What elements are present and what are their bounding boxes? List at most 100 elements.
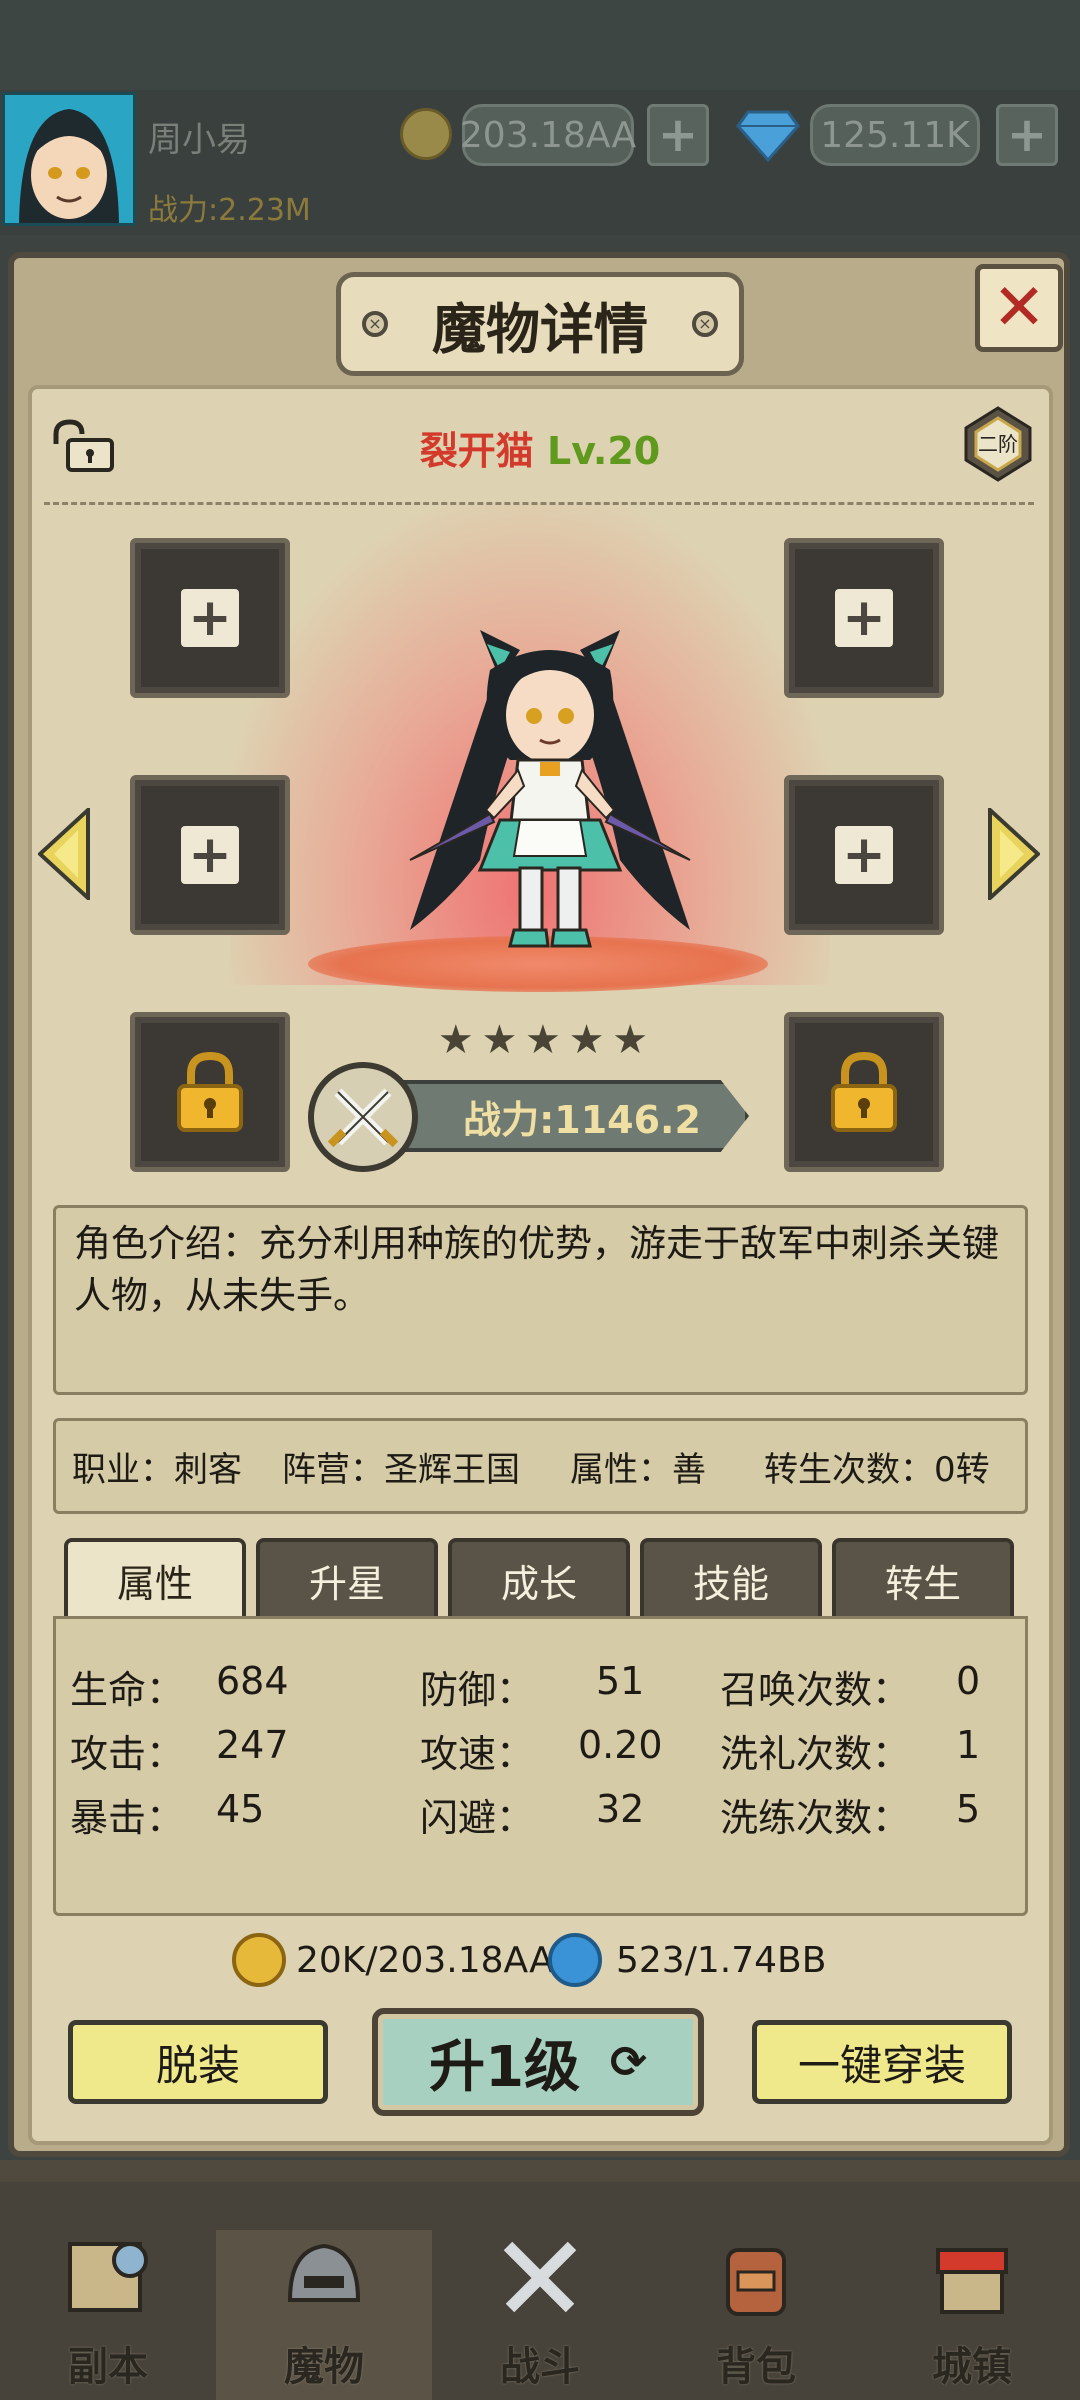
- stat-label: 闪避：: [420, 1796, 535, 1840]
- stat-value: 45: [216, 1787, 265, 1831]
- tab-attributes[interactable]: 属性: [64, 1538, 246, 1618]
- nav-label: 副本: [68, 2344, 148, 2390]
- stat-value: 1: [956, 1723, 981, 1767]
- equip-all-button[interactable]: 一键穿装: [752, 2020, 1012, 2104]
- stat-label: 生命：: [70, 1668, 185, 1712]
- stat-value: 684: [216, 1659, 289, 1703]
- monster-power: 战力:1146.2: [395, 1080, 749, 1152]
- crossed-swords-icon: [308, 1062, 418, 1172]
- tab-rebirth[interactable]: 转生: [832, 1538, 1014, 1618]
- shop-icon: [936, 2248, 1008, 2314]
- nav-monsters[interactable]: 魔物: [216, 2230, 432, 2400]
- stat-label: 洗练次数：: [720, 1796, 911, 1840]
- stat-label: 洗礼次数：: [720, 1732, 911, 1776]
- equipment-slot-4[interactable]: +: [784, 775, 944, 935]
- backpack-icon: [726, 2248, 786, 2316]
- nav-town[interactable]: 城镇: [864, 2230, 1080, 2400]
- nav-bag[interactable]: 背包: [648, 2230, 864, 2400]
- stat-value: 247: [216, 1723, 289, 1767]
- tab-growth[interactable]: 成长: [448, 1538, 630, 1618]
- crossed-swords-icon: [503, 2241, 577, 2313]
- gold-cost: 20K/203.18AA: [232, 1932, 554, 1988]
- equipment-slot-2[interactable]: +: [784, 538, 944, 698]
- plus-icon: +: [835, 826, 893, 884]
- detail-tabs: 属性 升星 成长 技能 转生: [64, 1538, 1014, 1618]
- tier-text: 二阶: [978, 432, 1018, 456]
- unequip-button[interactable]: 脱装: [68, 2020, 328, 2104]
- locked-slot-2[interactable]: [784, 1012, 944, 1172]
- rebirth-info: 转生次数：0转: [764, 1449, 990, 1490]
- top-background: [0, 0, 1080, 100]
- monster-title: 裂开猫 Lv.20: [0, 420, 1080, 475]
- monster-power-text: 战力:1146.2: [463, 1097, 701, 1142]
- stat-label: 暴击：: [70, 1796, 185, 1840]
- panel-title-text: 魔物详情: [432, 297, 648, 361]
- experience-orb-icon: [548, 1933, 602, 1987]
- nav-dungeon[interactable]: 副本: [0, 2230, 216, 2400]
- bolt-icon: ×: [692, 311, 718, 337]
- gold-cost-text: 20K/203.18AA: [296, 1939, 554, 1981]
- tier-badge[interactable]: 二阶: [958, 404, 1038, 484]
- locked-slot-1[interactable]: [130, 1012, 290, 1172]
- stat-value: 0.20: [578, 1723, 663, 1767]
- stat-value: 32: [596, 1787, 645, 1831]
- star-icon: ★: [568, 1017, 605, 1063]
- stat-value: 0: [956, 1659, 981, 1703]
- monster-character-image[interactable]: [390, 610, 710, 970]
- stat-label: 攻击：: [70, 1732, 185, 1776]
- avatar-face-icon: [5, 95, 133, 223]
- attribute-info: 属性：善: [570, 1449, 706, 1490]
- nav-label: 城镇: [932, 2344, 1012, 2390]
- player-power: 战力:2.23M: [148, 193, 311, 228]
- previous-arrow-icon[interactable]: [38, 808, 90, 900]
- monster-name: 裂开猫: [419, 429, 534, 473]
- gem-cost-text: 523/1.74BB: [616, 1939, 827, 1981]
- stat-label: 攻速：: [420, 1732, 535, 1776]
- job-info: 职业：刺客: [72, 1449, 242, 1490]
- avatar[interactable]: [2, 92, 136, 226]
- tab-skills[interactable]: 技能: [640, 1538, 822, 1618]
- equipment-slot-3[interactable]: +: [130, 775, 290, 935]
- nav-label: 战斗: [500, 2344, 580, 2390]
- add-gold-button[interactable]: +: [647, 104, 709, 166]
- close-button[interactable]: ✕: [975, 264, 1063, 352]
- map-scroll-icon: [68, 2242, 148, 2312]
- helmet-icon: [287, 2243, 361, 2302]
- gem-amount: 125.11K: [810, 104, 980, 166]
- nav-label: 魔物: [284, 2344, 364, 2390]
- stat-value: 51: [596, 1659, 645, 1703]
- star-rating: ★ ★ ★ ★ ★: [436, 1020, 650, 1064]
- gold-amount: 203.18AA: [460, 104, 636, 166]
- nav-battle[interactable]: 战斗: [432, 2230, 648, 2400]
- refresh-icon: ⟳: [610, 2036, 647, 2088]
- gem-cost: 523/1.74BB: [548, 1932, 826, 1988]
- stat-label: 防御：: [420, 1668, 535, 1712]
- plus-icon: +: [181, 589, 239, 647]
- next-arrow-icon[interactable]: [988, 808, 1040, 900]
- gold-coin-icon: [232, 1933, 286, 1987]
- tab-star-up[interactable]: 升星: [256, 1538, 438, 1618]
- plus-icon: +: [835, 589, 893, 647]
- star-icon: ★: [612, 1017, 649, 1063]
- padlock-icon: [831, 1051, 897, 1132]
- character-description: 角色介绍：充分利用种族的优势，游走于敌军中刺杀关键人物，从未失手。: [53, 1205, 1028, 1395]
- player-name: 周小易: [148, 120, 250, 160]
- panel-title: 魔物详情: [336, 272, 744, 376]
- stats-panel: 生命： 684 攻击： 247 暴击： 45 防御： 51 攻速： 0.20 闪…: [53, 1616, 1028, 1916]
- diamond-icon: [736, 110, 800, 162]
- gold-coin-icon: [400, 108, 452, 160]
- star-icon: ★: [481, 1017, 518, 1063]
- stat-label: 召唤次数：: [720, 1668, 911, 1712]
- plus-icon: +: [181, 826, 239, 884]
- stat-value: 5: [956, 1787, 981, 1831]
- level-up-button[interactable]: 升1级 ⟳: [372, 2008, 704, 2116]
- equipment-slot-1[interactable]: +: [130, 538, 290, 698]
- add-gem-button[interactable]: +: [996, 104, 1058, 166]
- padlock-icon: [177, 1051, 243, 1132]
- camp-info: 阵营：圣辉王国: [282, 1449, 520, 1490]
- star-icon: ★: [525, 1017, 561, 1063]
- monster-level: Lv.20: [547, 429, 661, 473]
- close-icon: ✕: [992, 271, 1046, 345]
- character-info-row: 职业：刺客 阵营：圣辉王国 属性：善 转生次数：0转: [53, 1418, 1028, 1514]
- star-icon: ★: [437, 1017, 474, 1063]
